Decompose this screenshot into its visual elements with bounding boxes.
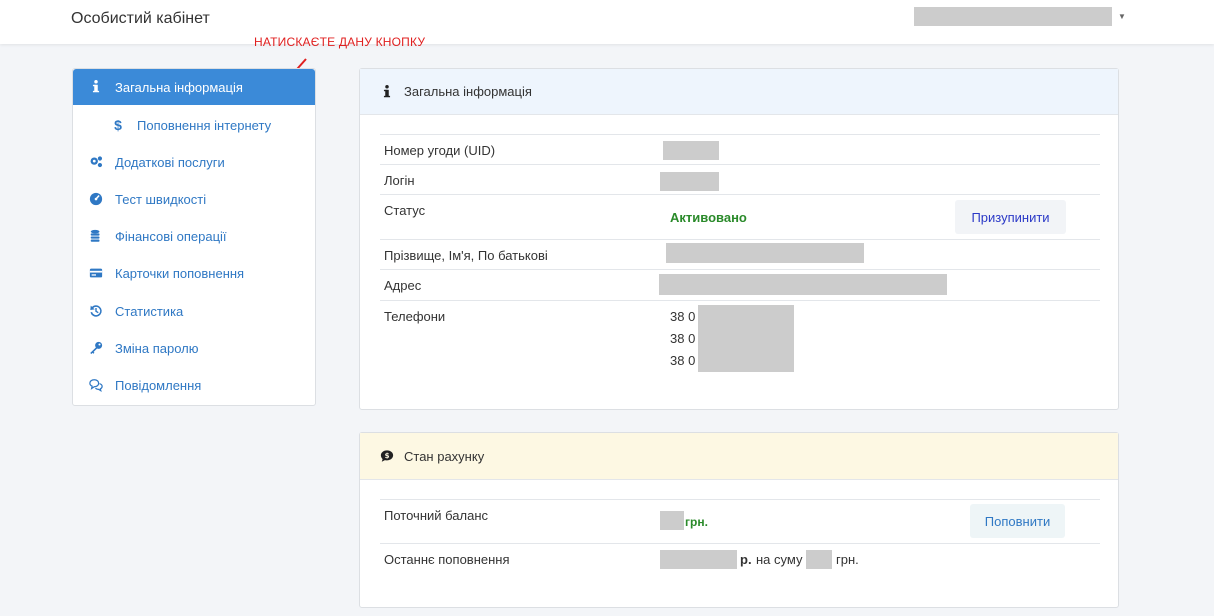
history-icon (87, 304, 105, 318)
account-balance-panel-header: $ Стан рахунку (360, 433, 1118, 480)
sidebar-item-additional-services[interactable]: Додаткові послуги (73, 144, 315, 180)
info-icon (87, 80, 105, 94)
dollar-icon: $ (114, 117, 122, 133)
gears-icon (87, 155, 105, 169)
account-balance-panel: $ Стан рахунку Поточний баланс грн. Попо… (359, 432, 1119, 608)
sidebar-item-label: Загальна інформація (115, 79, 243, 95)
sidebar-item-label: Карточки поповнення (115, 265, 245, 281)
instruction-annotation: НАТИСКАЄТЕ ДАНУ КНОПКУ (254, 35, 426, 49)
info-row-phones: Телефони 38 0 38 0 38 0 (380, 300, 1100, 380)
row-label: Адрес (384, 278, 422, 293)
info-row-login: Логін (380, 164, 1100, 194)
redacted-fullname (666, 243, 864, 263)
sidebar-item-statistics[interactable]: Статистика (73, 293, 315, 329)
sidebar-item-internet-topup[interactable]: $ Поповнення інтернету (73, 107, 315, 143)
sidebar-item-financial-operations[interactable]: Фінансові операції (73, 218, 315, 254)
info-row-status: Статус Активовано Призупинити (380, 194, 1100, 239)
panel-title: Стан рахунку (404, 448, 485, 464)
sidebar-nav: Загальна інформація $ Поповнення інтерне… (72, 68, 316, 406)
sidebar-item-label: Фінансові операції (115, 228, 227, 244)
info-row-uid: Номер угоди (UID) (380, 134, 1100, 164)
sidebar-item-change-password[interactable]: Зміна паролю (73, 330, 315, 366)
phone-prefix: 38 0 (670, 353, 696, 368)
caret-down-icon: ▼ (1118, 11, 1126, 21)
coins-icon (87, 229, 105, 243)
chat-icon (87, 378, 105, 392)
sidebar-item-general-info[interactable]: Загальна інформація (73, 69, 315, 105)
info-icon (378, 84, 396, 99)
last-topup-unit: р. (740, 552, 752, 567)
card-icon (87, 266, 105, 280)
row-label: Логін (384, 173, 415, 188)
balance-row-current: Поточний баланс грн. Поповнити (380, 499, 1100, 543)
phone-prefix: 38 0 (670, 331, 696, 346)
panel-title: Загальна інформація (404, 84, 532, 99)
sidebar-item-messages[interactable]: Повідомлення (73, 367, 315, 403)
redacted-uid (663, 141, 719, 160)
redacted-balance-amount (660, 511, 684, 530)
redacted-address (659, 274, 947, 295)
info-row-address: Адрес (380, 269, 1100, 300)
balance-row-last-topup: Останнє поповнення р. на суму грн. (380, 543, 1100, 573)
sidebar-item-label: Повідомлення (115, 377, 202, 393)
sidebar-item-label: Зміна паролю (115, 340, 199, 356)
row-label: Телефони (384, 309, 446, 324)
row-label: Останнє поповнення (384, 552, 510, 567)
user-menu-dropdown[interactable]: ▼ (914, 5, 1126, 27)
key-icon (87, 341, 105, 355)
row-label: Прізвище, Ім'я, По батькові (384, 248, 548, 263)
speedometer-icon (87, 192, 105, 206)
last-topup-unit-text: р. (740, 552, 752, 567)
top-navbar: Особистий кабінет ▼ (0, 0, 1214, 44)
row-label: Номер угоди (UID) (384, 143, 496, 158)
suspend-button[interactable]: Призупинити (955, 200, 1066, 234)
topup-button[interactable]: Поповнити (970, 504, 1065, 538)
redacted-last-topup-amount (806, 550, 832, 569)
sidebar-item-label: Додаткові послуги (115, 154, 225, 170)
sidebar-item-label: Статистика (115, 303, 184, 319)
sidebar-item-speed-test[interactable]: Тест швидкості (73, 181, 315, 217)
info-row-fullname: Прізвище, Ім'я, По батькові (380, 239, 1100, 269)
comment-dollar-icon: $ (378, 449, 396, 463)
status-value: Активовано (670, 210, 747, 225)
row-label: Статус (384, 203, 426, 218)
last-topup-mid-text: на суму (756, 552, 803, 567)
sidebar-item-label: Поповнення інтернету (137, 117, 272, 133)
redacted-last-topup-date (660, 550, 737, 569)
balance-currency: грн. (685, 515, 708, 529)
sidebar-item-topup-cards[interactable]: Карточки поповнення (73, 255, 315, 291)
general-info-panel-header: Загальна інформація (360, 69, 1118, 115)
svg-text:$: $ (385, 452, 390, 460)
page-title: Особистий кабінет (71, 10, 210, 27)
last-topup-currency: грн. (836, 552, 859, 567)
row-label: Поточний баланс (384, 508, 488, 523)
redacted-phone-numbers (698, 305, 794, 372)
phone-prefix: 38 0 (670, 309, 696, 324)
redacted-login (660, 172, 719, 191)
sidebar-item-label: Тест швидкості (115, 191, 207, 207)
general-info-panel: Загальна інформація Номер угоди (UID) Ло… (359, 68, 1119, 410)
redacted-username (914, 6, 1112, 26)
